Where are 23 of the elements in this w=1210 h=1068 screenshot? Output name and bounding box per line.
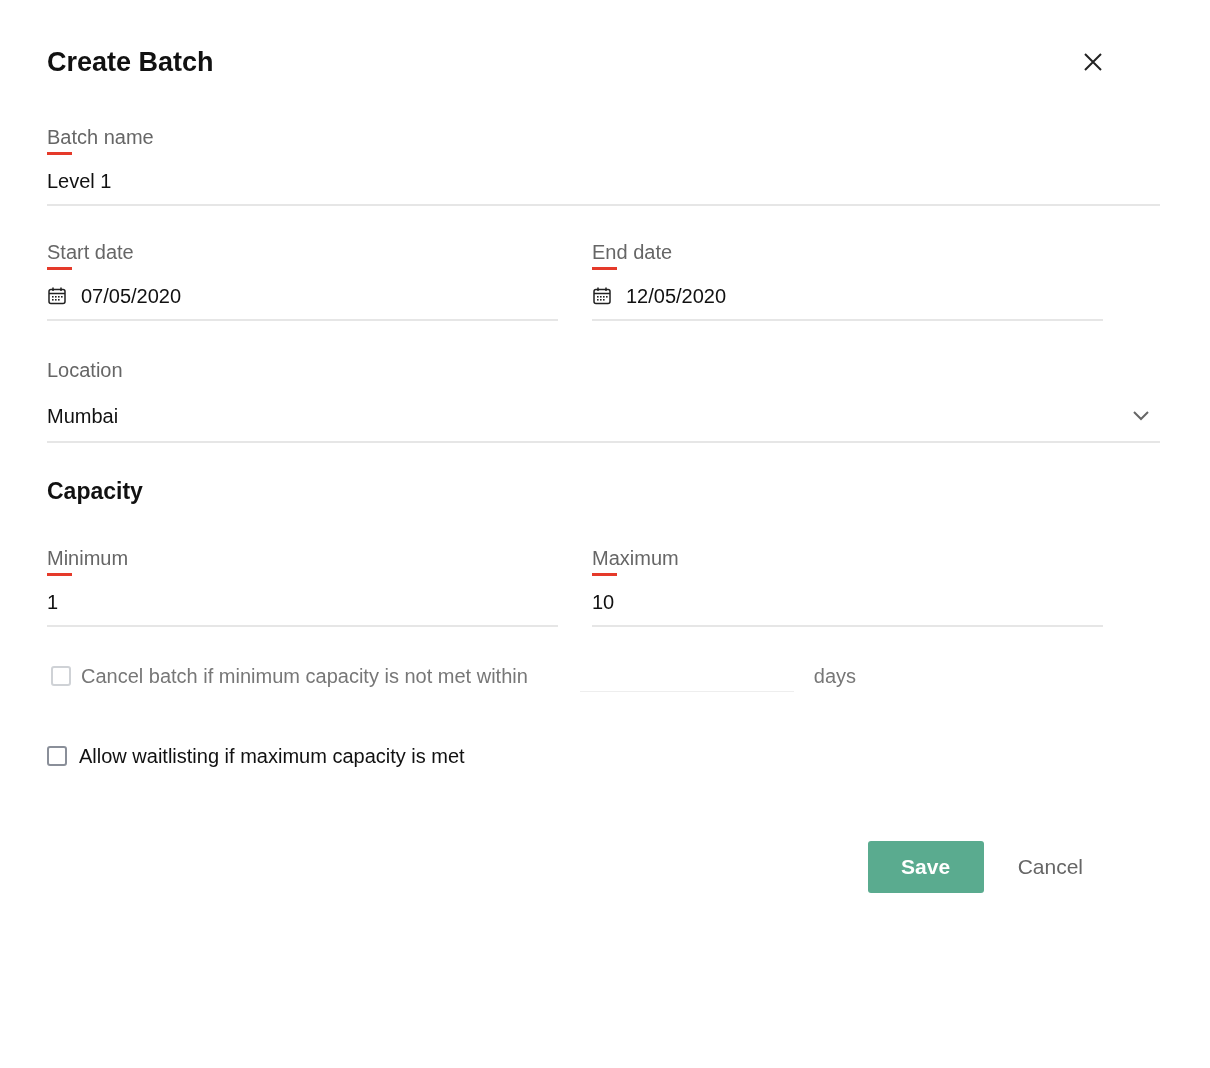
field-label: Minimum: [47, 546, 129, 571]
text-field[interactable]: 10: [592, 579, 1103, 627]
field-label: End date: [592, 240, 673, 265]
unit-label: days: [813, 664, 857, 688]
chevron-down-icon: [1132, 410, 1150, 422]
calendar-icon: [47, 286, 67, 306]
field-label: Maximum: [592, 546, 679, 571]
section-heading: Capacity: [47, 478, 144, 505]
dropdown[interactable]: Mumbai: [47, 391, 1160, 443]
calendar-icon: [592, 286, 612, 306]
date-field[interactable]: 12/05/2020: [592, 273, 1103, 321]
field-label: Batch name: [47, 125, 154, 150]
field-label: Start date: [47, 240, 134, 265]
checkbox[interactable]: [47, 746, 67, 766]
text-field[interactable]: 1: [47, 579, 558, 627]
dialog-title: Create Batch: [47, 46, 214, 78]
date-field[interactable]: 07/05/2020: [47, 273, 558, 321]
field-label: Location: [47, 358, 123, 383]
close-icon[interactable]: [1083, 52, 1103, 72]
cancel-button[interactable]: Cancel: [1017, 855, 1083, 879]
checkbox-label: Cancel batch if minimum capacity is not met within: [81, 664, 528, 688]
text-field[interactable]: Level 1: [47, 158, 1160, 206]
checkbox-label: Allow waitlisting if maximum capacity is met: [79, 744, 465, 768]
